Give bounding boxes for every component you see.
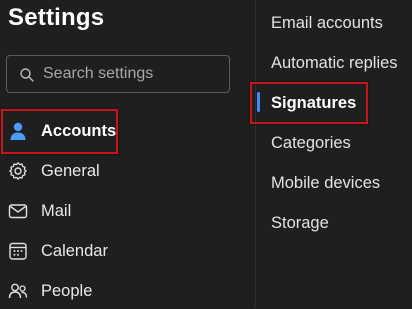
search-icon [19,67,35,83]
menu-item-label: Email accounts [271,14,383,32]
menu-item-label: Mobile devices [271,174,381,192]
sidebar-item-label: People [41,282,93,300]
gear-icon [8,161,28,181]
menu-item-label: Storage [271,214,329,232]
settings-sidebar: Settings Accounts General [0,0,255,307]
page-title: Settings [8,4,105,31]
sidebar-item-general[interactable]: General [0,153,240,189]
calendar-icon [8,241,28,261]
sidebar-item-calendar[interactable]: Calendar [0,233,240,269]
sidebar-item-label: Accounts [41,122,117,140]
menu-item-storage[interactable]: Storage [271,208,411,238]
search-box[interactable] [6,55,230,93]
sidebar-item-label: General [41,162,100,180]
menu-item-mobile-devices[interactable]: Mobile devices [271,168,411,198]
sidebar-item-mail[interactable]: Mail [0,193,240,229]
person-icon [8,121,28,141]
accounts-submenu: Email accounts Automatic replies Signatu… [256,0,412,307]
menu-item-signatures[interactable]: Signatures [271,88,411,118]
people-icon [8,281,28,301]
search-input[interactable] [43,64,223,84]
menu-item-automatic-replies[interactable]: Automatic replies [271,48,411,78]
menu-item-label: Automatic replies [271,54,398,72]
sidebar-item-people[interactable]: People [0,273,240,309]
sidebar-item-accounts[interactable]: Accounts [0,113,240,149]
menu-item-label: Signatures [271,94,357,112]
mail-icon [8,201,28,221]
sidebar-item-label: Calendar [41,242,108,260]
menu-item-categories[interactable]: Categories [271,128,411,158]
sidebar-item-label: Mail [41,202,72,220]
active-indicator [257,92,260,112]
menu-item-label: Categories [271,134,351,152]
menu-item-email-accounts[interactable]: Email accounts [271,8,411,38]
